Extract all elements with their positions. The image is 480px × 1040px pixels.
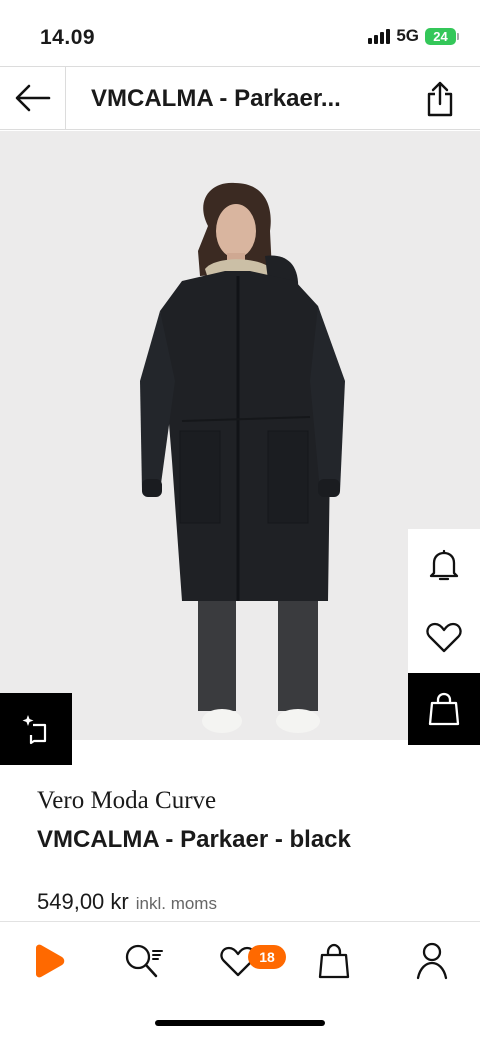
notify-button[interactable]	[408, 529, 480, 601]
nav-account[interactable]	[404, 936, 460, 986]
nav-search[interactable]	[116, 936, 172, 986]
nav-home[interactable]	[20, 936, 76, 986]
bell-icon	[429, 549, 459, 581]
heart-icon	[426, 622, 462, 653]
arrow-left-icon	[15, 84, 50, 112]
home-indicator	[155, 1020, 325, 1026]
battery-level: 24	[433, 28, 448, 44]
network-label: 5G	[396, 26, 419, 45]
home-icon	[36, 944, 65, 978]
sparkle-crop-icon	[22, 715, 47, 745]
brand-name[interactable]: Vero Moda Curve	[37, 787, 216, 815]
back-button[interactable]	[0, 67, 66, 129]
product-name: VMCALMA - Parkaer - black	[37, 826, 351, 853]
status-bar: 14.09 5G 24	[0, 0, 480, 66]
status-indicators: 5G 24	[368, 26, 459, 46]
shopping-bag-icon	[428, 692, 460, 726]
nav-wishlist[interactable]: 18	[210, 936, 286, 986]
account-icon	[416, 942, 448, 980]
bag-icon	[318, 943, 350, 979]
nav-bag[interactable]	[306, 936, 362, 986]
share-icon	[427, 81, 453, 117]
status-time: 14.09	[40, 26, 96, 49]
price-row: 549,00 kr inkl. moms	[37, 889, 217, 915]
vat-label: inkl. moms	[135, 894, 217, 913]
add-to-bag-button[interactable]	[408, 673, 480, 745]
battery-icon: 24	[425, 27, 459, 45]
share-button[interactable]	[418, 79, 462, 119]
wishlist-button[interactable]	[408, 601, 480, 673]
price: 549,00 kr	[37, 889, 129, 914]
page-title: VMCALMA - Parkaer...	[91, 85, 341, 112]
similar-items-button[interactable]	[0, 693, 72, 765]
top-header: VMCALMA - Parkaer...	[0, 66, 480, 130]
signal-icon	[368, 28, 391, 44]
search-icon	[125, 944, 163, 978]
wishlist-count-badge: 18	[248, 945, 286, 969]
